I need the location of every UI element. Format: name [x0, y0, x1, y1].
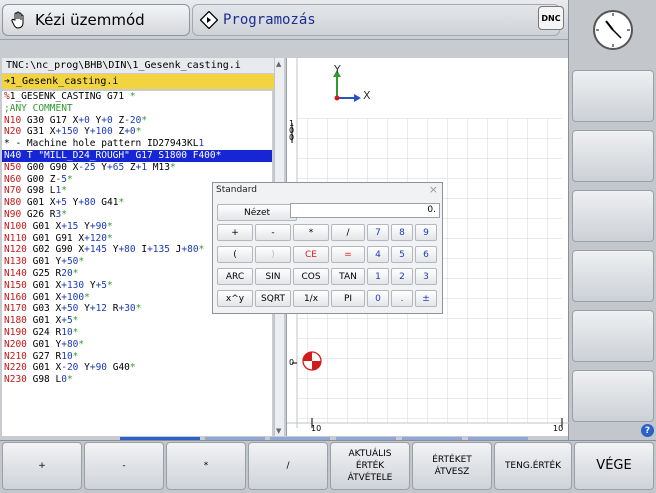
page-indicator-2 [205, 437, 265, 440]
calc-key-close-paren[interactable]: ) [255, 246, 291, 263]
program-line[interactable]: N50 G00 G90 X-25 Y+65 Z+1 M13* [2, 162, 272, 174]
calc-key-divide[interactable]: / [331, 224, 365, 241]
calc-key-1[interactable]: 1 [367, 268, 389, 285]
program-line[interactable]: N230 G98 L0* [2, 374, 272, 386]
axis-y-label: Y [334, 63, 341, 76]
calc-key-pi[interactable]: PI [331, 290, 365, 307]
softkey-end[interactable]: VÉGE [574, 442, 654, 490]
program-filename: ➔1_Gesenk_casting.i [2, 74, 284, 89]
dnc-icon[interactable]: DNC [538, 6, 564, 30]
softkey-minus[interactable]: - [84, 442, 164, 490]
calculator-window[interactable]: Standard × Nézet 0. + - */7 8 9 () CE = 4 5 6 ARC SI… [212, 182, 443, 314]
program-path: TNC:\nc_prog\BHB\DIN\1_Gesenk_casting.i [2, 58, 284, 73]
tab-programming[interactable]: Programozás [192, 4, 560, 36]
right-softkey-6[interactable] [572, 370, 654, 422]
close-icon[interactable]: × [429, 183, 438, 196]
calc-key-arc[interactable]: ARC [217, 268, 253, 285]
page-indicator-5 [402, 437, 462, 440]
page-indicator-3 [270, 437, 330, 440]
calculator-title: Standard [216, 185, 257, 195]
programming-icon [199, 10, 219, 30]
softkey-take-actual-value[interactable]: AKTUÁLIS ÉRTÉK ÁTVÉTELE [330, 442, 410, 490]
calc-key-sin[interactable]: SIN [255, 268, 291, 285]
calc-key-multiply[interactable]: * [293, 224, 329, 241]
calc-key-6[interactable]: 6 [415, 246, 437, 263]
calculator-display: 0. [290, 203, 440, 218]
calc-key-open-paren[interactable]: ( [217, 246, 253, 263]
tab-programming-label: Programozás [223, 12, 316, 28]
origin-label: 0 [289, 358, 295, 367]
help-icon[interactable]: ? [641, 424, 654, 437]
calc-key-reciprocal[interactable]: 1/x [293, 290, 329, 307]
ruler-bottom-end: 10 [553, 424, 564, 433]
softkey-axis-value[interactable]: TENG.ÉRTÉK [494, 442, 572, 490]
calc-key-3[interactable]: 3 [415, 268, 437, 285]
right-softkey-5[interactable] [572, 310, 654, 362]
calc-key-clear[interactable]: CE [293, 246, 329, 263]
scroll-down-icon[interactable]: ▼ [276, 427, 283, 435]
calc-key-equals[interactable]: = [331, 246, 365, 263]
softkey-plus[interactable]: + [2, 442, 82, 490]
page-indicator-1 [120, 437, 200, 440]
tab-manual-label: Kézi üzemmód [35, 11, 145, 29]
program-line[interactable]: N40 T "MILL_D24_ROUGH" G17 S1800 F400* [2, 149, 272, 162]
scroll-up-icon[interactable]: ▲ [276, 60, 283, 68]
softkey-multiply[interactable]: * [166, 442, 246, 490]
calc-key-9[interactable]: 9 [415, 224, 437, 241]
calc-key-minus[interactable]: - [255, 224, 291, 241]
softkey-transfer-value[interactable]: ÉRTÉKET ÁTVESZ [412, 442, 492, 490]
program-line[interactable]: N10 G30 G17 X+0 Y+0 Z-20* [2, 115, 272, 127]
program-line[interactable]: N180 G01 X+5* [2, 315, 272, 327]
calc-key-4[interactable]: 4 [367, 246, 389, 263]
program-line[interactable]: N220 G01 X-20 Y+90 G40* [2, 362, 272, 374]
program-line[interactable]: N200 G01 Y+80* [2, 339, 272, 351]
view-button[interactable]: Nézet [217, 204, 297, 221]
page-indicator-4 [336, 437, 396, 440]
hand-icon [9, 10, 29, 30]
calc-key-decimal[interactable]: . [391, 290, 413, 307]
calc-key-plus[interactable]: + [217, 224, 253, 241]
calc-key-2[interactable]: 2 [391, 268, 413, 285]
program-line[interactable]: N210 G27 R10* [2, 351, 272, 363]
ruler-left: 100 [289, 119, 295, 142]
calc-key-cos[interactable]: COS [293, 268, 329, 285]
calc-key-8[interactable]: 8 [391, 224, 413, 241]
calc-key-7[interactable]: 7 [367, 224, 389, 241]
program-line[interactable]: N20 G31 X+150 Y+100 Z+0* [2, 126, 272, 138]
right-softkey-4[interactable] [572, 250, 654, 302]
program-line[interactable]: * - Machine hole pattern ID27943KL1 [2, 138, 272, 150]
tab-manual-mode[interactable]: Kézi üzemmód [2, 4, 190, 36]
right-softkey-3[interactable] [572, 190, 654, 242]
axis-x-label: X [363, 89, 371, 102]
calc-key-0[interactable]: 0 [367, 290, 389, 307]
calc-key-5[interactable]: 5 [391, 246, 413, 263]
softkey-divide[interactable]: / [248, 442, 328, 490]
program-line[interactable]: %1_GESENK_CASTING G71 * [2, 91, 272, 103]
right-softkey-2[interactable] [572, 130, 654, 182]
clock-icon [572, 2, 654, 58]
page-indicator-6 [468, 437, 528, 440]
calc-key-sign[interactable]: ± [415, 290, 437, 307]
program-line[interactable]: N190 G24 R10* [2, 327, 272, 339]
right-softkey-1[interactable] [572, 70, 654, 122]
calc-key-power[interactable]: x^y [217, 290, 253, 307]
calc-key-sqrt[interactable]: SQRT [255, 290, 291, 307]
ruler-bottom-start: 10 [311, 424, 322, 433]
calc-key-tan[interactable]: TAN [331, 268, 365, 285]
program-line[interactable]: ;ANY COMMENT [2, 103, 272, 115]
